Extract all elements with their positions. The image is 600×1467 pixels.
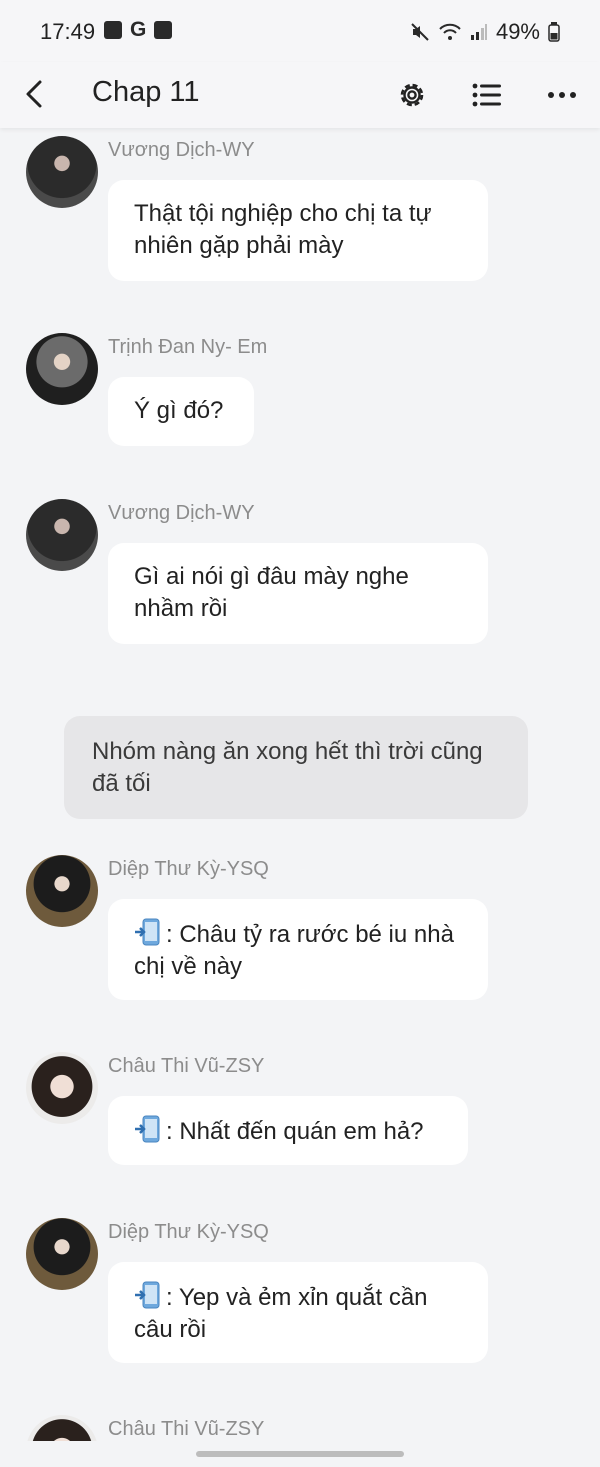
- message-text: Ý gì đó?: [134, 397, 224, 424]
- message-bubble: Thật tội nghiệp cho chị ta tự nhiên gặp …: [108, 180, 488, 281]
- sender-name: Trịnh Đan Ny- Em: [108, 336, 268, 358]
- message-bubble: : Châu tỷ ra rước bé iu nhà chị về này: [108, 899, 488, 1000]
- avatar[interactable]: [26, 1218, 98, 1290]
- message-bubble: : Yep và ẻm xỉn quắt cần câu rồi: [108, 1262, 488, 1363]
- status-right: 49%: [410, 19, 560, 45]
- page-title: Chap 11: [92, 76, 200, 108]
- battery-percent: 49%: [495, 19, 540, 44]
- back-arrow-icon: [26, 80, 42, 108]
- status-time: 17:49: [40, 19, 96, 44]
- google-icon: G: [130, 18, 147, 41]
- message-bubble: Gì ai nói gì đâu mày nghe nhầm rồi: [108, 543, 488, 644]
- signal-icon: [470, 24, 487, 40]
- phone-icon: [135, 1115, 160, 1143]
- narration-text: Nhóm nàng ăn xong hết thì trời cũng đã t…: [92, 738, 483, 797]
- sender-name: Châu Thi Vũ-ZSY: [108, 1055, 265, 1077]
- battery-icon: [548, 22, 560, 42]
- settings-button[interactable]: [388, 71, 436, 119]
- more-icon: [548, 92, 576, 98]
- message-bubble: : Nhất đến quán em hả?: [108, 1096, 468, 1165]
- message-text: : Yep và ẻm xỉn quắt cần câu rồi: [134, 1284, 428, 1343]
- chapter-list-button[interactable]: [463, 71, 511, 119]
- mute-icon: [411, 23, 429, 41]
- gallery-icon: [104, 21, 122, 39]
- avatar[interactable]: [26, 855, 98, 927]
- sender-name: Diệp Thư Kỳ-YSQ: [108, 1221, 269, 1243]
- chat-area[interactable]: Vương Dịch-WY Thật tội nghiệp cho chị ta…: [0, 128, 600, 1467]
- back-button[interactable]: [14, 72, 54, 116]
- avatar[interactable]: [26, 499, 98, 571]
- sender-name: Vương Dịch-WY: [108, 139, 255, 161]
- status-notification-icons: G: [104, 18, 173, 41]
- message-text: : Châu tỷ ra rước bé iu nhà chị về này: [134, 921, 454, 980]
- gear-icon: [400, 83, 424, 107]
- phone-icon: [135, 918, 160, 946]
- wifi-icon: [439, 23, 461, 40]
- home-indicator[interactable]: [196, 1451, 404, 1457]
- sender-name: Châu Thi Vũ-ZSY: [108, 1418, 265, 1440]
- avatar[interactable]: [26, 136, 98, 208]
- message-text: Gì ai nói gì đâu mày nghe nhầm rồi: [134, 563, 409, 622]
- avatar[interactable]: [26, 333, 98, 405]
- phone-icon: [135, 1281, 160, 1309]
- list-icon: [472, 83, 501, 107]
- message-text: Thật tội nghiệp cho chị ta tự nhiên gặp …: [134, 200, 432, 259]
- narration-box: Nhóm nàng ăn xong hết thì trời cũng đã t…: [64, 716, 528, 819]
- toolbar: Chap 11: [0, 62, 600, 128]
- more-options-button[interactable]: [538, 71, 586, 119]
- checkbox-icon: [154, 21, 173, 39]
- message-bubble: Ý gì đó?: [108, 377, 254, 446]
- status-bar: 17:49 G 49%: [0, 0, 600, 62]
- avatar[interactable]: [26, 1052, 98, 1124]
- sender-name: Diệp Thư Kỳ-YSQ: [108, 858, 269, 880]
- sender-name: Vương Dịch-WY: [108, 502, 255, 524]
- message-text: : Nhất đến quán em hả?: [166, 1118, 424, 1145]
